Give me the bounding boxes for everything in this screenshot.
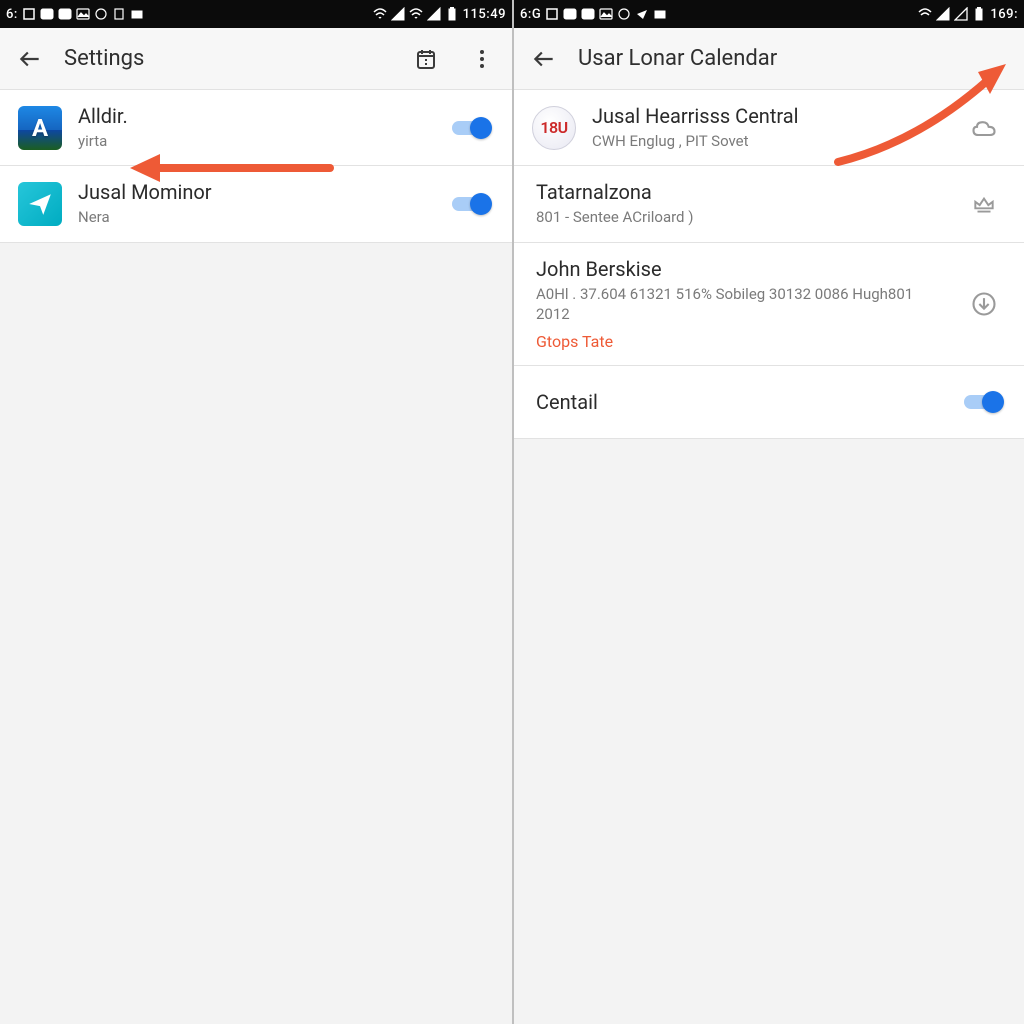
sync-icon (94, 7, 108, 21)
signal-icon (954, 7, 968, 21)
toggle-switch[interactable] (452, 117, 492, 139)
cloud-action[interactable] (962, 106, 1006, 150)
app-bar: Settings (0, 28, 512, 90)
list-item-title: Tatarnalzona (536, 180, 946, 205)
list-item[interactable]: Centail (514, 366, 1024, 439)
battery-icon (972, 7, 986, 21)
list-item[interactable]: 18U Jusal Hearrisss Central CWH Englug ,… (514, 90, 1024, 166)
badge-icon (581, 7, 595, 21)
app-icon-mominor (18, 182, 62, 226)
status-bar: 6: 115:49 (0, 0, 512, 28)
app-bar: Usar Lonar Calendar (514, 28, 1024, 90)
back-arrow-icon (531, 46, 557, 72)
card-icon (653, 7, 667, 21)
card-icon (130, 7, 144, 21)
screen-calendar: 6:G 169: Usar Lonar Calendar (512, 0, 1024, 1024)
note-icon (112, 7, 126, 21)
list-item[interactable]: Alldir. yirta (0, 90, 512, 166)
status-bar: 6:G 169: (514, 0, 1024, 28)
wifi-icon (409, 7, 423, 21)
list-item-subtitle: CWH Englug , PIT Sovet (592, 131, 946, 151)
download-action[interactable] (962, 282, 1006, 326)
status-left-text: 6: (6, 7, 18, 22)
image-icon (599, 7, 613, 21)
paper-plane-icon (27, 191, 53, 217)
image-icon (76, 7, 90, 21)
crown-action[interactable] (962, 182, 1006, 226)
crown-icon (971, 191, 997, 217)
back-button[interactable] (8, 37, 52, 81)
signal-icon (427, 7, 441, 21)
list-item-subtitle: A0Hl . 37.604 61321 516% Sobileg 30132 0… (536, 284, 946, 325)
date-badge-text: 18U (540, 118, 567, 137)
calendar-list: 18U Jusal Hearrisss Central CWH Englug ,… (514, 90, 1024, 439)
settings-list: Alldir. yirta Jusal Mominor Nera (0, 90, 512, 243)
list-item-subtitle: yirta (78, 131, 434, 151)
more-vert-icon (470, 47, 494, 71)
toggle-switch[interactable] (964, 391, 1004, 413)
list-item-subtitle: 801 - Sentee ACriloard ) (536, 207, 946, 227)
list-item-title: Jusal Mominor (78, 180, 434, 205)
back-arrow-icon (17, 46, 43, 72)
list-item-title: Alldir. (78, 104, 434, 129)
status-time: 169: (990, 7, 1018, 22)
page-title: Settings (64, 46, 392, 71)
calendar-action[interactable] (404, 37, 448, 81)
calendar-icon (414, 47, 438, 71)
list-item-title: Centail (536, 390, 946, 415)
badge-icon (58, 7, 72, 21)
list-item-title: Jusal Hearrisss Central (592, 104, 946, 129)
date-badge-icon: 18U (532, 106, 576, 150)
screen-settings: 6: 115:49 Settings (0, 0, 512, 1024)
back-button[interactable] (522, 37, 566, 81)
app-icon-alldir (18, 106, 62, 150)
list-item-title: John Berskise (536, 257, 946, 282)
square-icon (545, 7, 559, 21)
list-item[interactable]: Jusal Mominor Nera (0, 166, 512, 242)
wifi-icon (373, 7, 387, 21)
cloud-icon (970, 114, 998, 142)
badge-icon (40, 7, 54, 21)
toggle-switch[interactable] (452, 193, 492, 215)
wifi-icon (918, 7, 932, 21)
signal-icon (936, 7, 950, 21)
status-time: 115:49 (463, 7, 506, 22)
plane-icon (635, 7, 649, 21)
status-left-text: 6:G (520, 7, 541, 22)
battery-icon (445, 7, 459, 21)
signal-icon (391, 7, 405, 21)
square-icon (22, 7, 36, 21)
list-item[interactable]: Tatarnalzona 801 - Sentee ACriloard ) (514, 166, 1024, 242)
overflow-menu[interactable] (460, 37, 504, 81)
list-item-subtitle: Nera (78, 207, 434, 227)
page-title: Usar Lonar Calendar (578, 46, 1016, 71)
download-circle-icon (970, 290, 998, 318)
badge-icon (563, 7, 577, 21)
list-item-link[interactable]: Gtops Tate (536, 332, 946, 351)
sync-icon (617, 7, 631, 21)
list-item[interactable]: John Berskise A0Hl . 37.604 61321 516% S… (514, 243, 1024, 367)
